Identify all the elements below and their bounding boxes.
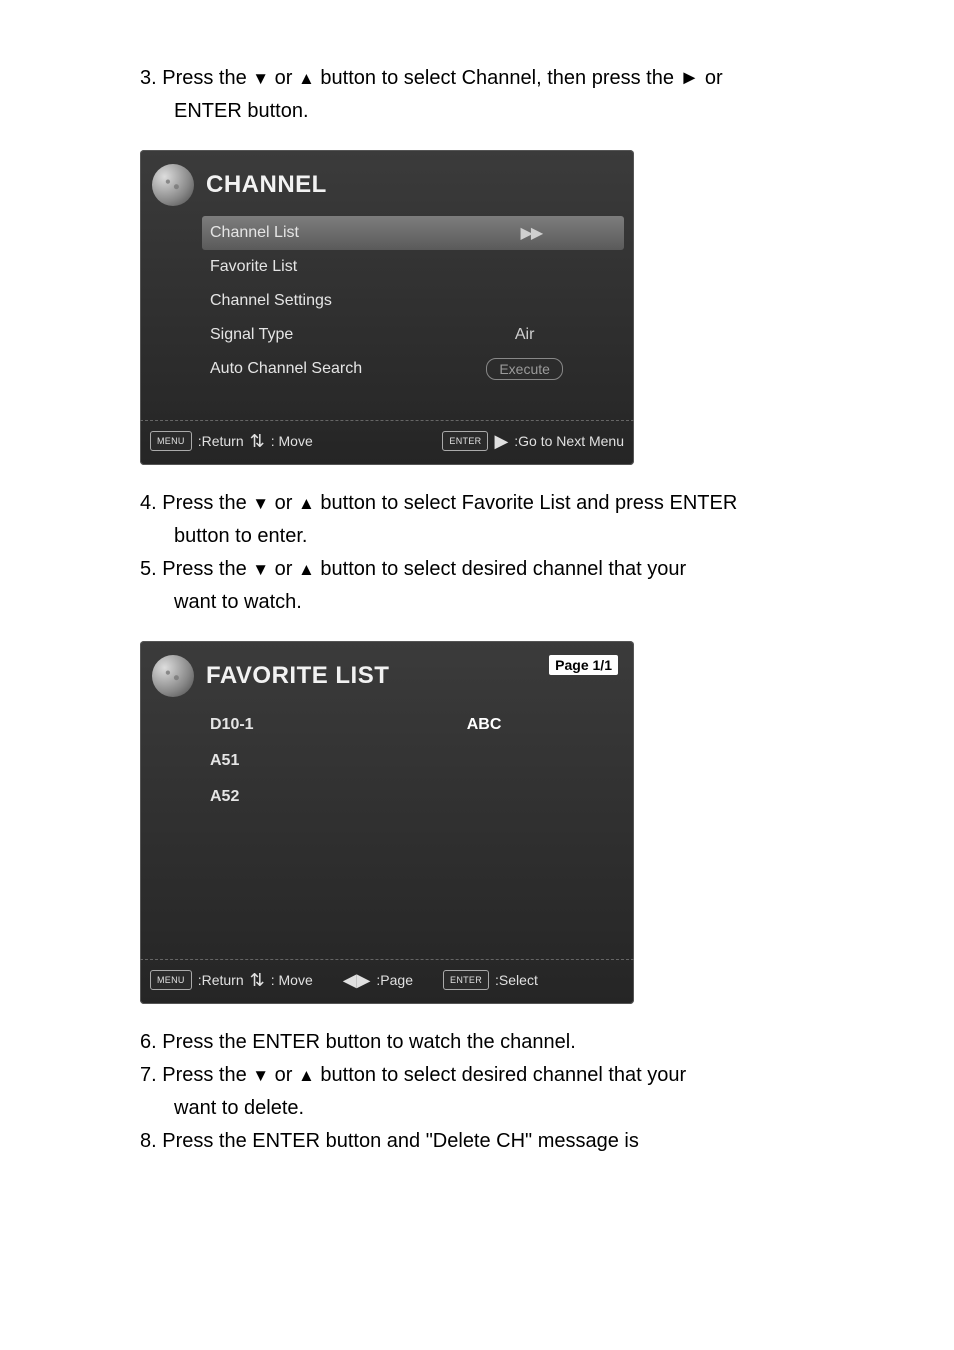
favorite-osd-legend: MENU :Return ⇅ : Move ◀▶ :Page ENTER :Se…	[140, 959, 634, 1004]
step-3-line1: 3. Press the ▼ or ▲ button to select Cha…	[100, 64, 854, 93]
channel-osd-title: CHANNEL	[206, 171, 327, 199]
legend-return: :Return	[198, 972, 244, 988]
updown-icon: ⇅	[250, 432, 265, 450]
fav-channel: D10-1	[210, 716, 413, 734]
step4-prefix: 4. Press the	[140, 492, 252, 514]
step7-prefix: 7. Press the	[140, 1064, 252, 1086]
step7-suffix: button to select desired channel that yo…	[315, 1064, 686, 1086]
step4-suffix: button to select Favorite List and press…	[315, 492, 737, 514]
menu-item-favorite-list[interactable]: Favorite List	[210, 250, 616, 284]
arrows-indicator-icon: ▶▶	[438, 223, 624, 243]
menu-key-icon: MENU	[150, 431, 192, 451]
menu-item-signal-type[interactable]: Signal Type Air	[210, 318, 616, 352]
step3-mid: or	[269, 67, 298, 89]
enter-key-icon: ENTER	[442, 431, 488, 451]
menu-item-channel-settings[interactable]: Channel Settings	[210, 284, 616, 318]
legend-select: :Select	[495, 972, 538, 988]
updown-icon: ⇅	[250, 971, 265, 989]
step7-mid: or	[269, 1064, 298, 1086]
step5-suffix: button to select desired channel that yo…	[315, 558, 686, 580]
step-5-line1: 5. Press the ▼ or ▲ button to select des…	[100, 555, 854, 584]
execute-button[interactable]: Execute	[486, 358, 563, 380]
menu-item-auto-channel-search[interactable]: Auto Channel Search Execute	[210, 352, 616, 386]
channel-osd-header: CHANNEL	[140, 150, 634, 216]
step3-prefix: 3. Press the	[140, 67, 252, 89]
step3-suffix: button to select Channel, then press the…	[315, 67, 723, 89]
favorite-row[interactable]: A52	[210, 779, 616, 815]
step-7-line1: 7. Press the ▼ or ▲ button to select des…	[100, 1061, 854, 1090]
menu-label: Favorite List	[210, 258, 433, 276]
down-triangle-glyph: ▼	[252, 1066, 269, 1085]
globe-icon	[152, 164, 194, 206]
favorite-row[interactable]: A51	[210, 743, 616, 779]
favorite-row[interactable]: D10-1 ABC	[210, 707, 616, 743]
step-7-line2: want to delete.	[100, 1094, 854, 1123]
enter-key-icon: ENTER	[443, 970, 489, 990]
legend-move: : Move	[271, 433, 313, 449]
legend-move: : Move	[271, 972, 313, 988]
page-badge: Page 1/1	[549, 655, 618, 675]
legend-next: :Go to Next Menu	[514, 433, 624, 449]
menu-label: Channel Settings	[210, 292, 433, 310]
menu-value: Execute	[433, 358, 616, 380]
channel-osd: CHANNEL Channel List ▶▶ Favorite List Ch…	[140, 150, 634, 465]
step-3-line2: ENTER button.	[100, 97, 854, 126]
menu-key-icon: MENU	[150, 970, 192, 990]
menu-label: Auto Channel Search	[210, 360, 433, 378]
step-5-line2: want to watch.	[100, 588, 854, 617]
legend-return: :Return	[198, 433, 244, 449]
menu-label: Channel List	[210, 224, 438, 242]
down-triangle-glyph: ▼	[252, 69, 269, 88]
menu-value: Air	[433, 326, 616, 344]
legend-page: :Page	[376, 972, 413, 988]
up-triangle-glyph: ▲	[298, 1066, 315, 1085]
menu-item-channel-list[interactable]: Channel List ▶▶	[202, 216, 624, 250]
fav-channel: A52	[210, 788, 413, 806]
menu-label: Signal Type	[210, 326, 433, 344]
step-4-line1: 4. Press the ▼ or ▲ button to select Fav…	[100, 489, 854, 518]
step-4-line2: button to enter.	[100, 522, 854, 551]
step-8-line1: 8. Press the ENTER button and "Delete CH…	[100, 1127, 854, 1156]
up-triangle-glyph: ▲	[298, 494, 315, 513]
down-triangle-glyph: ▼	[252, 494, 269, 513]
channel-osd-legend: MENU :Return ⇅ : Move ENTER ▶ :Go to Nex…	[140, 420, 634, 465]
fav-name: ABC	[413, 716, 555, 734]
favorite-osd-title: FAVORITE LIST	[206, 662, 389, 690]
down-triangle-glyph: ▼	[252, 560, 269, 579]
step5-prefix: 5. Press the	[140, 558, 252, 580]
leftright-icon: ◀▶	[343, 971, 371, 989]
right-glyph-icon: ▶	[494, 432, 508, 450]
step4-mid: or	[269, 492, 298, 514]
up-triangle-glyph: ▲	[298, 560, 315, 579]
up-triangle-glyph: ▲	[298, 69, 315, 88]
step-6-line1: 6. Press the ENTER button to watch the c…	[100, 1028, 854, 1057]
globe-icon	[152, 655, 194, 697]
step5-mid: or	[269, 558, 298, 580]
favorite-osd: Page 1/1 FAVORITE LIST D10-1 ABC A51 A52…	[140, 641, 634, 1004]
fav-channel: A51	[210, 752, 413, 770]
